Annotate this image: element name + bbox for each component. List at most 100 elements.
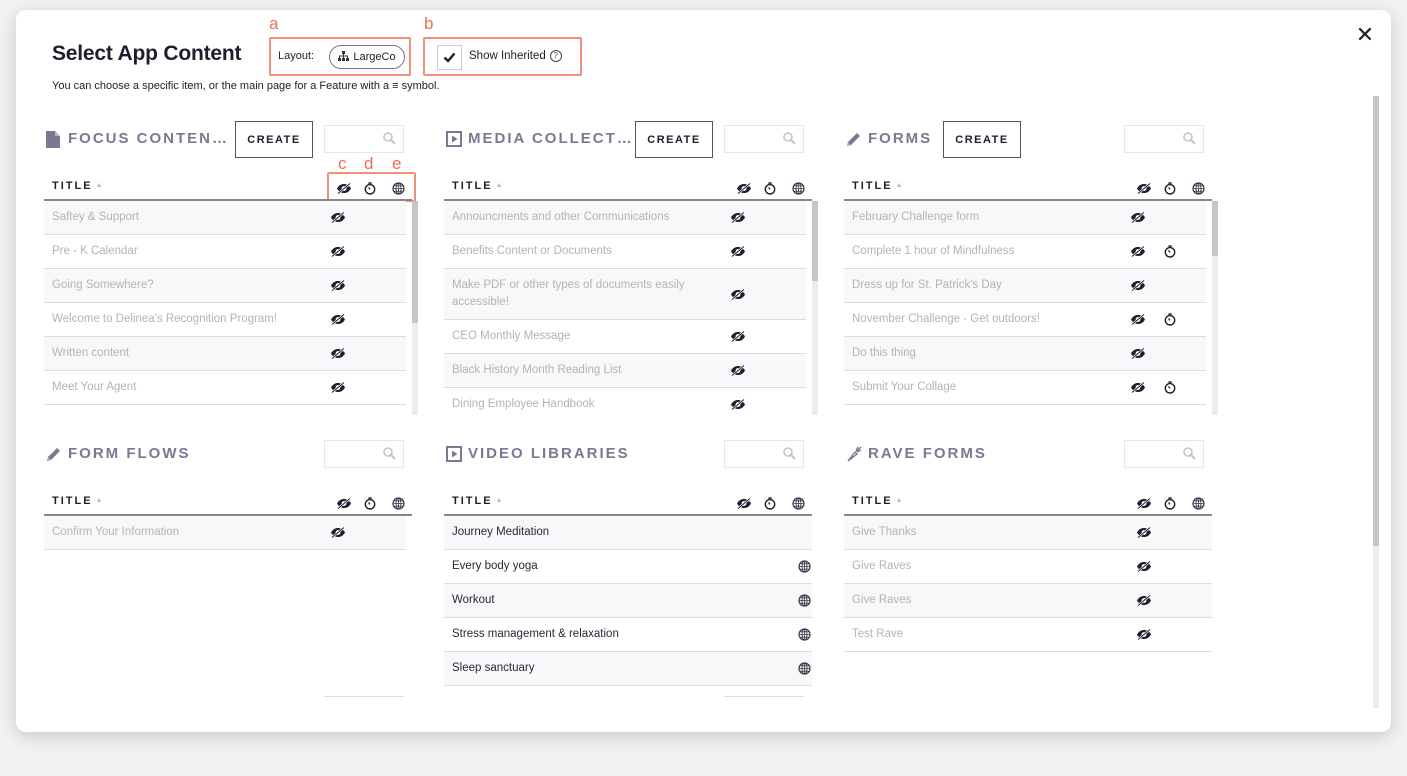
panel-title: FOCUS CONTEN… (68, 130, 229, 147)
item-title: Announcments and other Communications (452, 211, 670, 223)
search-input[interactable] (1124, 125, 1204, 153)
hidden-icon[interactable] (336, 496, 352, 510)
layout-selector[interactable]: LargeCo (329, 45, 405, 69)
panel-header: RAVE FORMS (844, 436, 1214, 472)
column-header: TITLE ▲ (44, 175, 412, 201)
list-item[interactable]: Workout (444, 584, 812, 618)
close-button[interactable]: ✕ (1355, 24, 1375, 46)
title-column-sort[interactable]: TITLE ▲ (852, 495, 903, 507)
list-item[interactable]: Stress management & relaxation (444, 618, 812, 652)
list-item[interactable]: Give Raves (844, 550, 1212, 584)
hidden-icon (1130, 245, 1146, 259)
create-button[interactable]: CREATE (235, 121, 313, 158)
timer-icon[interactable] (762, 181, 778, 195)
list-item[interactable]: Test Rave (844, 618, 1212, 652)
title-column-sort[interactable]: TITLE ▲ (852, 180, 903, 192)
close-icon[interactable]: ✕ (1356, 22, 1374, 47)
list-scrollbar-thumb[interactable] (412, 201, 418, 323)
hidden-icon (330, 211, 346, 225)
list-item[interactable]: Benefits Content or Documents (444, 235, 806, 269)
list-scrollbar-thumb[interactable] (1212, 201, 1218, 256)
column-title-label: TITLE (452, 180, 493, 192)
panel-stub (324, 696, 404, 697)
item-title: Do this thing (852, 347, 916, 359)
item-title: Saftey & Support (52, 211, 139, 223)
list-item[interactable]: CEO Monthly Message (444, 320, 806, 354)
search-input[interactable] (324, 440, 404, 468)
item-title: Give Raves (852, 560, 912, 572)
item-title: Welcome to Delinea's Recognition Program… (52, 313, 278, 325)
list-item[interactable]: Announcments and other Communications (444, 201, 806, 235)
sort-ascending-icon: ▲ (895, 182, 903, 189)
list-item[interactable]: Give Raves (844, 584, 1212, 618)
list-item[interactable]: Give Thanks (844, 516, 1212, 550)
list-item[interactable]: Pre - K Calendar (44, 235, 406, 269)
list-scrollbar-thumb[interactable] (812, 201, 818, 281)
timer-icon[interactable] (362, 496, 378, 510)
globe-icon[interactable] (790, 496, 806, 510)
list-item[interactable]: Confirm Your Information (44, 516, 406, 550)
list-item[interactable]: Saftey & Support (44, 201, 406, 235)
timer-icon (1162, 381, 1178, 395)
list-item[interactable]: Dining Employee Handbook (444, 388, 806, 415)
list-item[interactable]: Every body yoga (444, 550, 812, 584)
list-item[interactable]: Complete 1 hour of Mindfulness (844, 235, 1206, 269)
search-input[interactable] (324, 125, 404, 153)
column-header: TITLE ▲ (844, 490, 1212, 516)
layout-value: LargeCo (353, 51, 396, 63)
list-item[interactable]: Going Somewhere? (44, 269, 406, 303)
create-button[interactable]: CREATE (943, 121, 1021, 158)
hidden-icon[interactable] (1136, 181, 1152, 195)
item-title: Workout (452, 594, 495, 606)
show-inherited-checkbox[interactable] (437, 45, 462, 70)
column-title-label: TITLE (852, 495, 893, 507)
panel-title: FORM FLOWS (68, 445, 191, 462)
item-title: Benefits Content or Documents (452, 245, 612, 257)
panel-header: FORM FLOWS (44, 436, 414, 472)
title-column-sort[interactable]: TITLE ▲ (452, 180, 503, 192)
list-item[interactable]: Welcome to Delinea's Recognition Program… (44, 303, 406, 337)
list-item[interactable]: Do this thing (844, 337, 1206, 371)
globe-icon[interactable] (390, 496, 406, 510)
globe-icon[interactable] (390, 181, 406, 195)
item-title: Going Somewhere? (52, 279, 154, 291)
timer-icon[interactable] (362, 181, 378, 195)
modal-scrollbar-thumb[interactable] (1373, 96, 1379, 546)
hidden-icon[interactable] (736, 181, 752, 195)
list-item[interactable]: Black History Month Reading List (444, 354, 806, 388)
sort-ascending-icon: ▲ (495, 497, 503, 504)
search-input[interactable] (1124, 440, 1204, 468)
list-item[interactable]: February Challenge form (844, 201, 1206, 235)
globe-icon[interactable] (1190, 496, 1206, 510)
list-item[interactable]: Make PDF or other types of documents eas… (444, 269, 806, 320)
sort-ascending-icon: ▲ (95, 182, 103, 189)
title-column-sort[interactable]: TITLE ▲ (452, 495, 503, 507)
create-button[interactable]: CREATE (635, 121, 713, 158)
hidden-icon (1136, 594, 1152, 608)
list-item[interactable]: November Challenge - Get outdoors! (844, 303, 1206, 337)
hidden-icon[interactable] (1136, 496, 1152, 510)
search-input[interactable] (724, 440, 804, 468)
list-item[interactable]: Sleep sanctuary (444, 652, 812, 686)
list-item[interactable]: Meet Your Agent (44, 371, 406, 405)
hidden-icon[interactable] (336, 181, 352, 195)
hidden-icon[interactable] (736, 496, 752, 510)
globe-icon[interactable] (1190, 181, 1206, 195)
help-icon[interactable]: ? (549, 50, 562, 62)
timer-icon[interactable] (762, 496, 778, 510)
timer-icon[interactable] (1162, 181, 1178, 195)
item-title: Stress management & relaxation (452, 628, 619, 640)
list-item[interactable]: Journey Meditation (444, 516, 812, 550)
panel-form-flows: FORM FLOWS TITLE ▲ Confirm Your Information (44, 436, 414, 776)
title-column-sort[interactable]: TITLE ▲ (52, 495, 103, 507)
list-item[interactable]: Dress up for St. Patrick's Day (844, 269, 1206, 303)
modal-subtitle: You can choose a specific item, or the m… (52, 80, 440, 92)
item-title: February Challenge form (852, 211, 980, 223)
search-input[interactable] (724, 125, 804, 153)
title-column-sort[interactable]: TITLE ▲ (52, 180, 103, 192)
list-item[interactable]: Written content (44, 337, 406, 371)
list-item[interactable]: Submit Your Collage (844, 371, 1206, 405)
timer-icon[interactable] (1162, 496, 1178, 510)
globe-icon[interactable] (790, 181, 806, 195)
item-title: Test Rave (852, 628, 904, 640)
